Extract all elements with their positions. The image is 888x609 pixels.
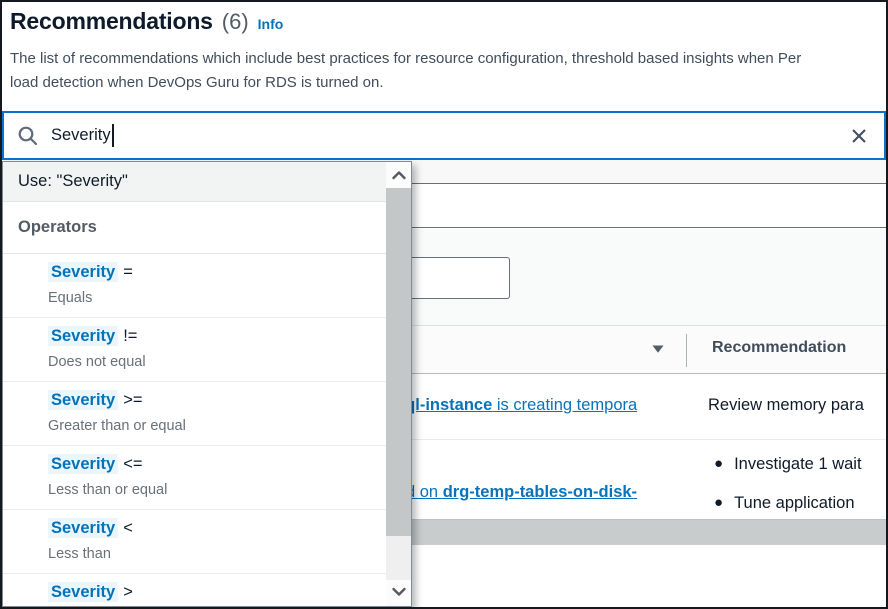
property-filter-input[interactable]: Severity [2,111,886,160]
bullet-text: Tune application [734,494,854,513]
operator-symbol: < [123,519,133,537]
bullet-icon: ● [714,455,723,474]
clear-filter-button[interactable] [847,124,871,148]
sort-descending-icon[interactable] [651,341,665,359]
description-line-2: load detection when DevOps Guru for RDS … [10,71,886,95]
bullet-text: Investigate 1 wait [734,455,862,474]
dropdown-scrollbar[interactable] [386,162,411,606]
operator-option-equals[interactable]: Severity = Equals [3,254,387,318]
scrollbar-thumb[interactable] [386,188,411,536]
link-text: is creating tempora [492,396,637,414]
scroll-down-button[interactable] [386,580,411,604]
operator-description: Less than or equal [48,482,387,498]
operator-option-less-equal[interactable]: Severity <= Less than or equal [3,446,387,510]
filter-input-value: Severity [51,126,111,145]
search-icon [17,125,39,147]
operator-option-greater-than[interactable]: Severity > [3,574,387,607]
operator-option-greater-equal[interactable]: Severity >= Greater than or equal [3,382,387,446]
operator-symbol: = [123,263,133,281]
scroll-up-button[interactable] [386,162,411,188]
recommendations-panel: Recommendations (6) Info The list of rec… [0,0,888,609]
page-header: Recommendations (6) Info [10,8,283,35]
operators-group-label: Operators [3,202,387,254]
description-line-1: The list of recommendations which includ… [10,47,886,71]
text-cursor [112,124,114,147]
insight-link[interactable]: d on drg-temp-tables-on-disk- [406,483,692,502]
operator-description: Greater than or equal [48,418,387,434]
info-link[interactable]: Info [258,16,284,32]
operator-description: Equals [48,290,387,306]
use-free-text-option[interactable]: Use: "Severity" [3,162,387,202]
operator-description: Less than [48,546,387,562]
page-description: The list of recommendations which includ… [10,47,886,95]
operator-option-not-equals[interactable]: Severity != Does not equal [3,318,387,382]
recommendation-cell: Review memory para [708,396,886,415]
column-divider [686,334,687,367]
operator-symbol: <= [123,455,142,473]
operator-symbol: != [123,327,137,345]
bullet-item: ● Tune application [714,494,886,513]
result-count: (6) [222,9,249,35]
bullet-item: ● Investigate 1 wait [714,455,886,474]
operator-description: Does not equal [48,354,387,370]
property-token: Severity [48,454,118,474]
filter-suggestions-dropdown: Use: "Severity" Operators Severity = Equa… [2,161,412,607]
operator-option-less-than[interactable]: Severity < Less than [3,510,387,574]
bullet-icon: ● [714,494,723,513]
property-token: Severity [48,390,118,410]
operator-symbol: >= [123,391,142,409]
column-header-recommendation[interactable]: Recommendation [712,339,846,357]
partially-hidden-button[interactable] [398,257,510,299]
link-resource-name: drg-temp-tables-on-disk- [443,483,637,501]
property-token: Severity [48,518,118,538]
property-token: Severity [48,326,118,346]
horizontal-scrollbar[interactable] [404,519,886,545]
page-title: Recommendations [10,8,213,35]
insight-link[interactable]: sql-instance is creating tempora [396,396,692,415]
operator-symbol: > [123,583,133,601]
property-token: Severity [48,262,118,282]
scrollbar-track [386,536,411,580]
property-token: Severity [48,582,118,602]
